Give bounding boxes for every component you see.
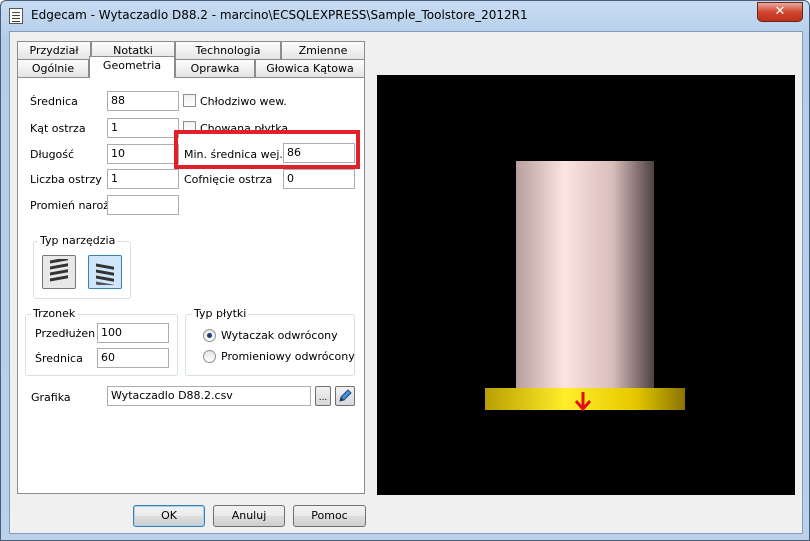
window-title: Edgecam - Wytaczadlo D88.2 - marcino\ECS… <box>31 8 528 22</box>
tab-glowica-katowa[interactable]: Głowica Kątowa <box>255 59 365 77</box>
pen-edit-icon <box>339 389 352 402</box>
trzonek-srednica-input[interactable]: 60 <box>97 348 169 368</box>
thread-tool-icon <box>50 259 68 282</box>
kat-ostrza-label: Kąt ostrza <box>30 122 86 135</box>
liczba-ostrzy-label: Liczba ostrzy <box>30 173 102 186</box>
kat-ostrza-input[interactable]: 1 <box>107 118 179 138</box>
app-icon <box>9 8 23 24</box>
cofniecie-label: Cofnięcie ostrza <box>184 173 273 186</box>
tool-body-cylinder <box>516 161 654 389</box>
anuluj-button[interactable]: Anuluj <box>213 505 285 527</box>
dlugosc-label: Długość <box>30 148 75 161</box>
tool-type-right-hand-button[interactable] <box>88 255 122 289</box>
przedluzenie-input[interactable]: 100 <box>97 323 169 343</box>
przedluzenie-label: Przedłużen <box>35 327 96 340</box>
thread-tool-icon <box>96 263 114 285</box>
chlodziwo-checkbox[interactable] <box>183 94 196 107</box>
grafika-edit-button[interactable] <box>335 386 355 406</box>
grafika-browse-button[interactable]: ... <box>315 386 331 406</box>
typ-plytki-title: Typ płytki <box>192 307 249 320</box>
typ-narzedzia-title: Typ narzędzia <box>38 234 118 247</box>
dlugosc-input[interactable]: 10 <box>107 144 179 164</box>
tab-zmienne[interactable]: Zmienne <box>281 41 365 59</box>
close-button[interactable]: ✕ <box>757 2 803 22</box>
srednica-input[interactable]: 88 <box>107 91 179 111</box>
tab-ogolnie[interactable]: Ogólnie <box>17 59 89 77</box>
tool-type-left-hand-button[interactable] <box>42 255 76 289</box>
liczba-ostrzy-input[interactable]: 1 <box>107 169 179 189</box>
radio-promieniowy-odwrocony[interactable] <box>203 350 216 363</box>
wytaczak-odwrocony-label: Wytaczak odwrócony <box>221 329 338 342</box>
chlodziwo-label: Chłodziwo wew. <box>200 95 287 108</box>
tab-oprawka[interactable]: Oprawka <box>175 59 255 77</box>
tool-preview-graphic <box>485 161 685 412</box>
trzonek-title: Trzonek <box>31 307 78 320</box>
tab-technologia[interactable]: Technologia <box>175 41 281 59</box>
title-bar[interactable]: Edgecam - Wytaczadlo D88.2 - marcino\ECS… <box>1 1 809 31</box>
promieniowy-odwrocony-label: Promieniowy odwrócony <box>221 350 355 363</box>
srednica-label: Średnica <box>30 95 78 108</box>
promien-naroza-input[interactable] <box>107 195 179 215</box>
radio-wytaczak-odwrocony[interactable] <box>203 329 216 342</box>
grafika-label: Grafika <box>31 391 71 404</box>
dialog-window: Edgecam - Wytaczadlo D88.2 - marcino\ECS… <box>0 0 810 541</box>
annotation-highlight-box <box>174 130 360 169</box>
pomoc-button[interactable]: Pomoc <box>293 505 366 527</box>
tab-geometria[interactable]: Geometria <box>89 56 175 78</box>
grafika-input[interactable]: Wytaczadlo D88.2.csv <box>107 386 311 406</box>
typ-plytki-group <box>185 314 355 376</box>
promien-naroza-label: Promień naroża <box>30 199 116 212</box>
ok-button[interactable]: OK <box>133 505 205 527</box>
tab-przydzial[interactable]: Przydział <box>17 41 91 59</box>
trzonek-srednica-label: Średnica <box>35 352 83 365</box>
tool-preview-viewport[interactable] <box>377 75 795 495</box>
cofniecie-input[interactable]: 0 <box>283 169 355 189</box>
